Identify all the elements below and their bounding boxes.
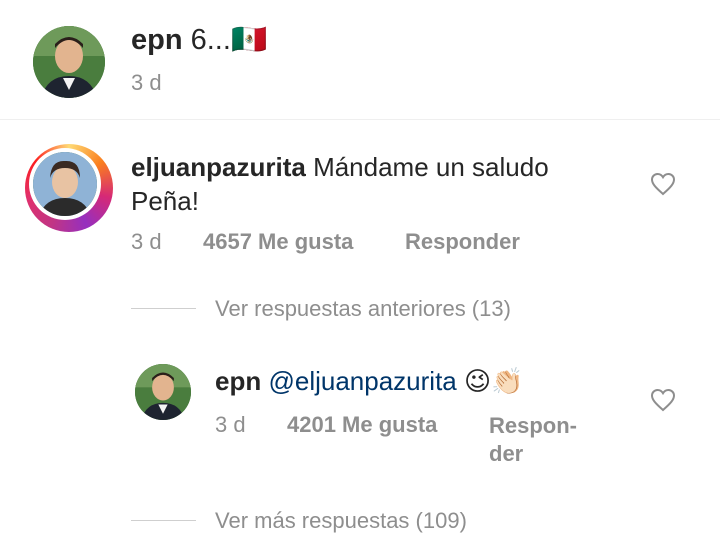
- view-more-replies-button[interactable]: Ver más respuestas (109): [215, 508, 467, 534]
- view-previous-replies-button[interactable]: Ver respuestas anteriores (13): [215, 296, 511, 322]
- reply-reply-label-line1: Respon-: [489, 413, 577, 438]
- post-timestamp: 3 d: [131, 70, 162, 95]
- post-caption-text: 6...: [190, 24, 231, 56]
- comment-reply-button[interactable]: Responder: [405, 229, 520, 255]
- comment-text-line2: Peña!: [131, 186, 199, 216]
- reply-username[interactable]: epn: [215, 366, 261, 396]
- reply-author-avatar[interactable]: [135, 364, 191, 420]
- heart-outline-icon: [650, 388, 676, 412]
- section-divider: [0, 119, 720, 120]
- reply-emojis: 😉👏🏻: [464, 366, 524, 396]
- reply-like-button[interactable]: [650, 388, 676, 412]
- heart-outline-icon: [650, 172, 676, 196]
- reply-likes-count[interactable]: 4201 Me gusta: [287, 412, 437, 438]
- more-replies-line: [131, 520, 196, 521]
- mexico-flag-icon: 🇲🇽: [230, 24, 268, 56]
- comment-likes-count[interactable]: 4657 Me gusta: [203, 229, 353, 255]
- post-author-avatar[interactable]: [33, 26, 105, 98]
- comment-timestamp: 3 d: [131, 229, 162, 254]
- reply-text: epn @eljuanpazurita 😉👏🏻: [215, 366, 523, 397]
- reply-mention-link[interactable]: @eljuanpazurita: [268, 366, 456, 396]
- comment-text: eljuanpazurita Mándame un saludo Peña!: [131, 150, 549, 218]
- reply-reply-button[interactable]: Respon- der: [489, 412, 577, 468]
- reply-reply-label-line2: der: [489, 441, 524, 466]
- comment-username[interactable]: eljuanpazurita: [131, 152, 306, 182]
- post-username[interactable]: epn: [131, 24, 183, 56]
- reply-timestamp: 3 d: [215, 412, 246, 437]
- comment-like-button[interactable]: [650, 172, 676, 196]
- comment-text-line1: Mándame un saludo: [313, 152, 549, 182]
- commenter-avatar-story-ring[interactable]: [25, 144, 113, 232]
- replies-line: [131, 308, 196, 309]
- post-caption: epn 6...🇲🇽: [131, 23, 267, 57]
- commenter-avatar: [33, 152, 97, 216]
- comment-meta: 3 d: [131, 229, 162, 255]
